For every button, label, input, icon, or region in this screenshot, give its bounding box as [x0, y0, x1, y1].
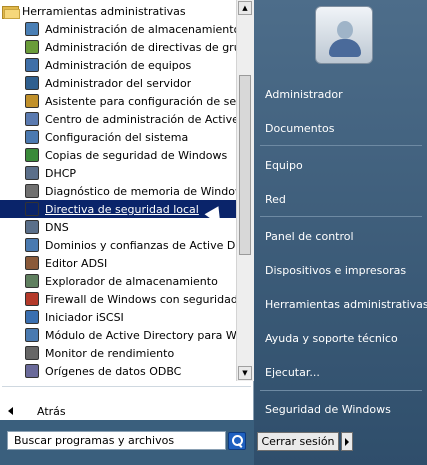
- system-config-icon: [25, 130, 39, 144]
- program-item[interactable]: Diagnóstico de memoria de Windows: [0, 182, 236, 200]
- program-item[interactable]: Firewall de Windows con seguridad avar: [0, 290, 236, 308]
- program-item-label: Módulo de Active Directory para Window: [45, 328, 236, 342]
- program-item[interactable]: Copias de seguridad de Windows: [0, 146, 236, 164]
- adsi-editor-icon: [25, 256, 39, 270]
- programs-list: Herramientas administrativas Administrac…: [0, 0, 236, 381]
- domains-trusts-icon: [25, 238, 39, 252]
- ad-admin-center-icon: [25, 112, 39, 126]
- right-item-equipo[interactable]: Equipo: [265, 156, 303, 174]
- performance-monitor-icon: [25, 346, 39, 360]
- program-item[interactable]: Monitor de rendimiento: [0, 344, 236, 362]
- program-item-label: Firewall de Windows con seguridad avar: [45, 292, 236, 306]
- separator: [260, 145, 422, 146]
- program-item-label: Centro de administración de Active Direc: [45, 112, 236, 126]
- program-item-label: Dominios y confianzas de Active Director: [45, 238, 236, 252]
- program-item-label: Administración de almacenamiento y rec: [45, 22, 236, 36]
- memory-diagnostic-icon: [25, 184, 39, 198]
- program-item[interactable]: Módulo de Active Directory para Window: [0, 326, 236, 344]
- ad-module-icon: [25, 328, 39, 342]
- right-item-seguridad[interactable]: Seguridad de Windows: [265, 400, 391, 418]
- right-item-dispositivos[interactable]: Dispositivos e impresoras: [265, 261, 406, 279]
- backup-icon: [25, 148, 39, 162]
- program-item-label: Explorador de almacenamiento: [45, 274, 218, 288]
- server-manager-icon: [25, 76, 39, 90]
- search-placeholder: Buscar programas y archivos: [14, 434, 175, 447]
- program-item[interactable]: Dominios y confianzas de Active Director: [0, 236, 236, 254]
- iscsi-icon: [25, 310, 39, 324]
- program-item-label: Editor ADSI: [45, 256, 108, 270]
- program-item[interactable]: Administración de directivas de grupo: [0, 38, 236, 56]
- right-item-herramientas[interactable]: Herramientas administrativas: [265, 295, 427, 313]
- user-icon: [337, 21, 353, 39]
- program-item-label: DHCP: [45, 166, 77, 180]
- right-item-administrador[interactable]: Administrador: [265, 85, 343, 103]
- odbc-icon: [25, 364, 39, 378]
- programs-scrollbar[interactable]: ▲ ▼: [236, 0, 254, 381]
- dhcp-icon: [25, 166, 39, 180]
- program-item-label: Orígenes de datos ODBC: [45, 364, 182, 378]
- program-item-label: Copias de seguridad de Windows: [45, 148, 228, 162]
- search-icon[interactable]: [228, 432, 246, 450]
- program-item[interactable]: Orígenes de datos ODBC: [0, 362, 236, 380]
- search-input[interactable]: Buscar programas y archivos: [7, 431, 226, 450]
- right-panel: Administrador Documentos Equipo Red Pane…: [254, 0, 427, 465]
- back-button[interactable]: Atrás: [8, 402, 66, 420]
- program-item-label: DNS: [45, 220, 69, 234]
- program-item[interactable]: Asistente para configuración de segurid: [0, 92, 236, 110]
- program-item[interactable]: Administración de equipos: [0, 56, 236, 74]
- scroll-up-button[interactable]: ▲: [238, 1, 252, 15]
- divider: [2, 386, 251, 387]
- user-avatar[interactable]: [315, 6, 373, 64]
- right-item-red[interactable]: Red: [265, 190, 286, 208]
- folder-label: Herramientas administrativas: [22, 4, 186, 18]
- program-item-label: Directiva de seguridad local: [45, 202, 199, 216]
- shutdown-options-arrow-icon[interactable]: [341, 432, 353, 451]
- start-menu: Herramientas administrativas Administrac…: [0, 0, 427, 465]
- program-item-label: Administración de directivas de grupo: [45, 40, 236, 54]
- firewall-icon: [25, 292, 39, 306]
- program-item-label: Iniciador iSCSI: [45, 310, 124, 324]
- log-off-button[interactable]: Cerrar sesión: [257, 432, 339, 451]
- separator: [260, 390, 422, 391]
- program-item[interactable]: Directiva de seguridad local: [0, 200, 236, 218]
- right-item-ejecutar[interactable]: Ejecutar...: [265, 363, 320, 381]
- separator: [260, 216, 422, 217]
- program-item-label: Administración de equipos: [45, 58, 192, 72]
- program-item-label: Administrador del servidor: [45, 76, 192, 90]
- group-policy-icon: [25, 40, 39, 54]
- back-arrow-icon: [8, 407, 13, 415]
- security-wizard-icon: [25, 94, 39, 108]
- folder-icon: [2, 5, 20, 19]
- program-item[interactable]: Administrador del servidor: [0, 74, 236, 92]
- program-item[interactable]: Configuración del sistema: [0, 128, 236, 146]
- right-item-ayuda[interactable]: Ayuda y soporte técnico: [265, 329, 398, 347]
- dns-icon: [25, 220, 39, 234]
- program-item[interactable]: Administración de almacenamiento y rec: [0, 20, 236, 38]
- admin-tools-folder[interactable]: Herramientas administrativas: [2, 2, 186, 20]
- program-item-label: Monitor de rendimiento: [45, 346, 175, 360]
- back-label: Atrás: [37, 404, 66, 418]
- program-item[interactable]: Explorador de almacenamiento: [0, 272, 236, 290]
- scroll-thumb[interactable]: [239, 75, 251, 255]
- program-item-label: Diagnóstico de memoria de Windows: [45, 184, 236, 198]
- program-item-label: Configuración del sistema: [45, 130, 189, 144]
- program-item[interactable]: DNS: [0, 218, 236, 236]
- local-security-policy-icon: [25, 202, 39, 216]
- program-item[interactable]: Centro de administración de Active Direc: [0, 110, 236, 128]
- program-item[interactable]: Editor ADSI: [0, 254, 236, 272]
- program-item[interactable]: DHCP: [0, 164, 236, 182]
- scroll-down-button[interactable]: ▼: [238, 366, 252, 380]
- right-item-documentos[interactable]: Documentos: [265, 119, 334, 137]
- storage-explorer-icon: [25, 274, 39, 288]
- storage-icon: [25, 22, 39, 36]
- right-item-panel-de-control[interactable]: Panel de control: [265, 227, 354, 245]
- programs-panel: Herramientas administrativas Administrac…: [0, 0, 254, 420]
- program-item-label: Asistente para configuración de segurid: [45, 94, 236, 108]
- program-item[interactable]: Iniciador iSCSI: [0, 308, 236, 326]
- computer-management-icon: [25, 58, 39, 72]
